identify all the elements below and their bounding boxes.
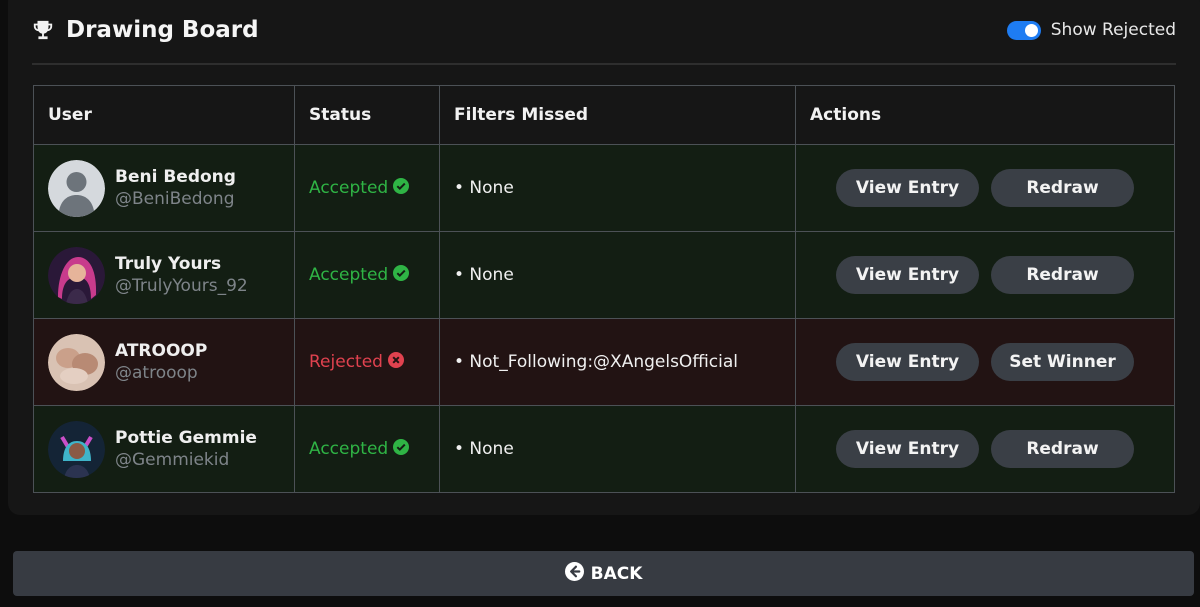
back-label: BACK xyxy=(590,563,643,584)
filters-missed-cell: • Not_Following:@XAngelsOfficial xyxy=(439,318,796,406)
check-circle-icon xyxy=(393,177,410,199)
user-display-name: ATROOOP xyxy=(115,341,208,361)
status-cell: Accepted xyxy=(294,231,440,319)
avatar[interactable] xyxy=(48,159,105,217)
user-display-name: Truly Yours xyxy=(115,254,222,274)
user-handle[interactable]: @TrulyYours_92 xyxy=(115,275,248,297)
filters-missed-cell: • None xyxy=(439,405,796,493)
user-cell: Beni Bedong @BeniBedong xyxy=(33,144,295,232)
toggle-knob xyxy=(1024,23,1038,37)
actions-cell: View Entry Redraw xyxy=(795,231,1175,319)
page-title: Drawing Board xyxy=(66,17,259,43)
user-names: ATROOOP @atrooop xyxy=(115,340,207,384)
status-badge: Accepted xyxy=(309,264,439,286)
entries-table: User Status Filters Missed Actions Beni … xyxy=(33,85,1175,493)
status-text: Accepted xyxy=(309,265,389,285)
user-display-name: Pottie Gemmie xyxy=(115,428,257,448)
status-cell: Accepted xyxy=(294,405,440,493)
status-cell: Rejected xyxy=(294,318,440,406)
filter-missed-item: • None xyxy=(454,265,514,285)
check-circle-icon xyxy=(393,264,410,286)
row-actions: View Entry Redraw xyxy=(810,256,1174,294)
user-info: Pottie Gemmie @Gemmiekid xyxy=(48,420,294,478)
user-display-name: Beni Bedong xyxy=(115,167,236,187)
check-circle-icon xyxy=(393,438,410,460)
table-row: Beni Bedong @BeniBedong Accepted • None xyxy=(33,144,1175,232)
user-cell: ATROOOP @atrooop xyxy=(33,318,295,406)
status-cell: Accepted xyxy=(294,144,440,232)
x-circle-icon xyxy=(387,351,404,373)
user-info: ATROOOP @atrooop xyxy=(48,333,294,391)
view-entry-button[interactable]: View Entry xyxy=(836,430,979,468)
avatar[interactable] xyxy=(48,420,105,478)
user-handle[interactable]: @Gemmiekid xyxy=(115,449,257,471)
show-rejected-control: Show Rejected xyxy=(1006,20,1176,40)
table-row: ATROOOP @atrooop Rejected • Not_Followin… xyxy=(33,318,1175,406)
filters-missed-cell: • None xyxy=(439,144,796,232)
redraw-button[interactable]: Redraw xyxy=(991,169,1134,207)
actions-cell: View Entry Redraw xyxy=(795,144,1175,232)
status-text: Rejected xyxy=(309,352,383,372)
user-handle[interactable]: @BeniBedong xyxy=(115,188,236,210)
column-header-filters-missed: Filters Missed xyxy=(439,85,796,145)
table-row: Truly Yours @TrulyYours_92 Accepted • No… xyxy=(33,231,1175,319)
table-header-row: User Status Filters Missed Actions xyxy=(33,85,1175,145)
actions-cell: View Entry Set Winner xyxy=(795,318,1175,406)
column-header-status: Status xyxy=(294,85,440,145)
title-wrap: Drawing Board xyxy=(32,17,259,43)
column-header-actions: Actions xyxy=(795,85,1175,145)
status-text: Accepted xyxy=(309,439,389,459)
view-entry-button[interactable]: View Entry xyxy=(836,256,979,294)
filter-missed-item: • Not_Following:@XAngelsOfficial xyxy=(454,352,738,372)
show-rejected-toggle[interactable] xyxy=(1006,20,1041,40)
user-names: Pottie Gemmie @Gemmiekid xyxy=(115,427,257,471)
column-header-user: User xyxy=(33,85,295,145)
filters-missed-cell: • None xyxy=(439,231,796,319)
user-info: Truly Yours @TrulyYours_92 xyxy=(48,246,294,304)
actions-cell: View Entry Redraw xyxy=(795,405,1175,493)
set-winner-button[interactable]: Set Winner xyxy=(991,343,1134,381)
show-rejected-label: Show Rejected xyxy=(1050,20,1176,40)
user-info: Beni Bedong @BeniBedong xyxy=(48,159,294,217)
avatar[interactable] xyxy=(48,333,105,391)
panel-header: Drawing Board Show Rejected xyxy=(32,12,1176,48)
status-badge: Accepted xyxy=(309,438,439,460)
redraw-button[interactable]: Redraw xyxy=(991,256,1134,294)
user-cell: Pottie Gemmie @Gemmiekid xyxy=(33,405,295,493)
avatar[interactable] xyxy=(48,246,105,304)
row-actions: View Entry Redraw xyxy=(810,169,1174,207)
filter-missed-item: • None xyxy=(454,439,514,459)
table-row: Pottie Gemmie @Gemmiekid Accepted • None xyxy=(33,405,1175,493)
user-handle[interactable]: @atrooop xyxy=(115,362,207,384)
header-divider xyxy=(32,63,1176,65)
row-actions: View Entry Redraw xyxy=(810,430,1174,468)
trophy-icon xyxy=(32,19,54,41)
user-names: Beni Bedong @BeniBedong xyxy=(115,166,236,210)
user-cell: Truly Yours @TrulyYours_92 xyxy=(33,231,295,319)
view-entry-button[interactable]: View Entry xyxy=(836,343,979,381)
user-names: Truly Yours @TrulyYours_92 xyxy=(115,253,248,297)
row-actions: View Entry Set Winner xyxy=(810,343,1174,381)
back-button[interactable]: BACK xyxy=(13,551,1194,596)
arrow-left-circle-icon xyxy=(564,561,584,586)
redraw-button[interactable]: Redraw xyxy=(991,430,1134,468)
status-badge: Accepted xyxy=(309,177,439,199)
filter-missed-item: • None xyxy=(454,178,514,198)
status-text: Accepted xyxy=(309,178,389,198)
status-badge: Rejected xyxy=(309,351,439,373)
view-entry-button[interactable]: View Entry xyxy=(836,169,979,207)
